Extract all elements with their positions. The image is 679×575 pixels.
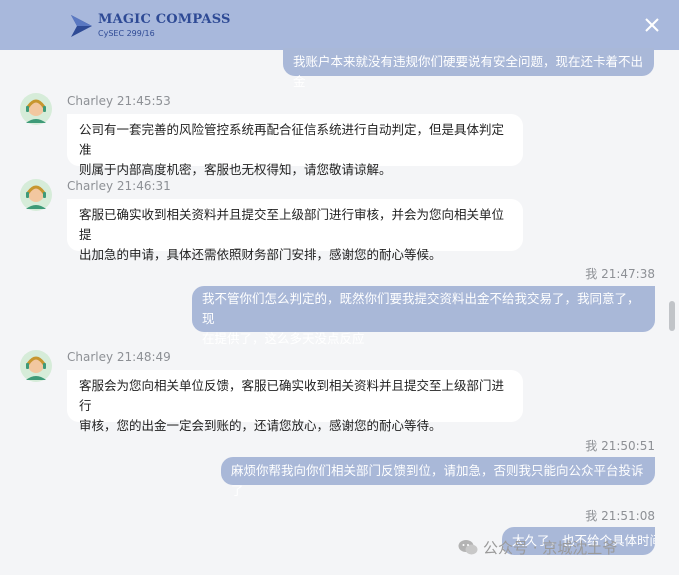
message-line: 客服会为您向相关单位反馈，客服已确实收到相关资料并且提交至上级部门进行 bbox=[79, 378, 505, 413]
chat-scrollbar[interactable] bbox=[666, 50, 679, 575]
user-meta: 我 21:47:38 bbox=[585, 267, 655, 281]
agent-avatar-icon bbox=[20, 179, 52, 211]
user-meta: 我 21:50:51 bbox=[585, 439, 655, 453]
message-line: 则属于内部高度机密，客服也无权得知，请您敬请谅解。 bbox=[79, 162, 392, 177]
message-line: 在提供了，这么多天没点反应 bbox=[202, 331, 365, 346]
agent-meta: Charley 21:45:53 bbox=[67, 94, 171, 108]
agent-avatar-icon bbox=[20, 350, 52, 382]
agent-message-bubble: 客服会为您向相关单位反馈，客服已确实收到相关资料并且提交至上级部门进行 审核，您… bbox=[67, 370, 523, 433]
brand-name: MAGIC COMPASS bbox=[98, 12, 231, 27]
message-line: 审核，您的出金一定会到账的，还请您放心，感谢您的耐心等待。 bbox=[79, 418, 442, 433]
magic-compass-logo-icon bbox=[71, 15, 92, 37]
agent-meta: Charley 21:48:49 bbox=[67, 350, 171, 364]
user-message-bubble: 我不管你们怎么判定的，既然你们要我提交资料出金不给我交易了，我同意了，现 在提供… bbox=[192, 286, 655, 346]
user-message-bubble: 麻烦你帮我向你们相关部门反馈到位，请加急，否则我只能向公众平台投诉了 bbox=[221, 457, 655, 498]
agent-message-bubble: 客服已确实收到相关资料并且提交至上级部门进行审核，并会为您向相关单位提 出加急的… bbox=[67, 199, 523, 262]
agent-avatar-icon bbox=[20, 93, 52, 125]
agent-meta: Charley 21:46:31 bbox=[67, 179, 171, 193]
close-icon[interactable] bbox=[641, 14, 663, 36]
watermark-label: 公众号 · 京城沈土爷 bbox=[483, 539, 618, 557]
scrollbar-thumb[interactable] bbox=[669, 301, 675, 331]
message-line: 客服已确实收到相关资料并且提交至上级部门进行审核，并会为您向相关单位提 bbox=[79, 207, 505, 242]
message-line: 公司有一套完善的风险管控系统再配合征信系统进行自动判定，但是具体判定准 bbox=[79, 122, 505, 157]
message-line: 出加急的申请，具体还需依照财务部门安排，感谢您的耐心等候。 bbox=[79, 247, 442, 262]
brand-license: CySEC 299/16 bbox=[98, 29, 155, 38]
wechat-icon bbox=[458, 540, 478, 555]
agent-message-bubble: 公司有一套完善的风险管控系统再配合征信系统进行自动判定，但是具体判定准 则属于内… bbox=[67, 114, 523, 177]
user-meta: 我 21:51:08 bbox=[585, 509, 655, 523]
user-message-bubble: 我账户本来就没有违规你们硬要说有安全问题，现在还卡着不出金 bbox=[283, 48, 654, 89]
watermark: 公众号 · 京城沈土爷 bbox=[458, 537, 617, 558]
message-line: 我不管你们怎么判定的，既然你们要我提交资料出金不给我交易了，我同意了，现 bbox=[202, 291, 640, 326]
chat-header: MAGIC COMPASS CySEC 299/16 bbox=[0, 0, 679, 50]
